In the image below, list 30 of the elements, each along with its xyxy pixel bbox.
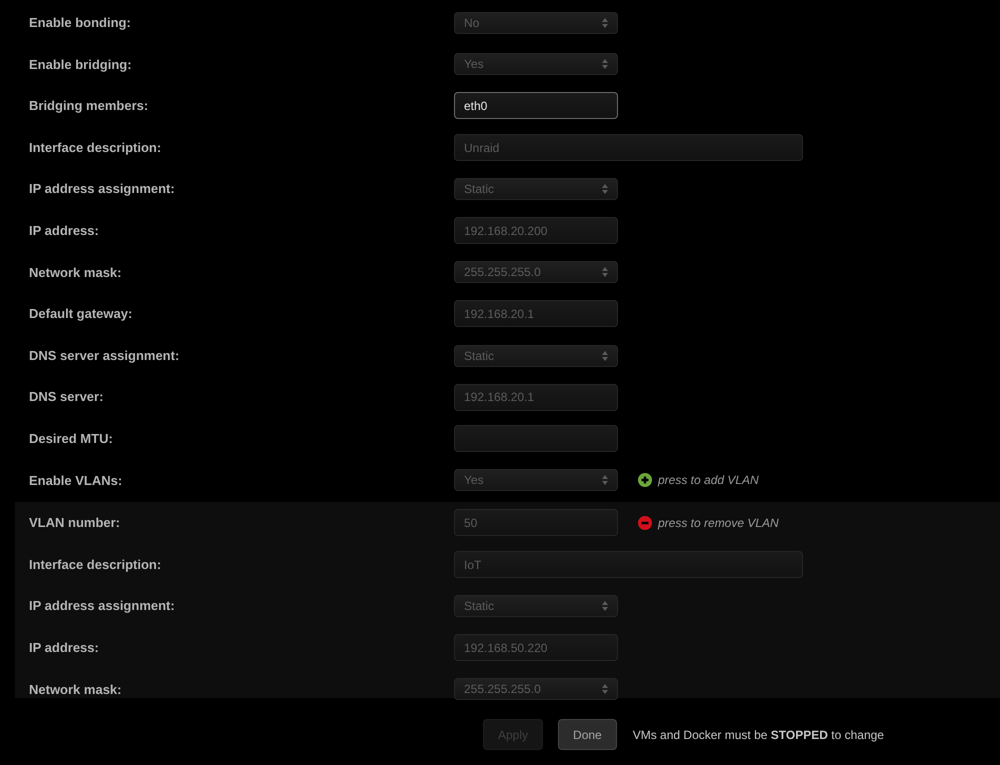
field-label: Enable bridging:	[28, 56, 133, 74]
sort-arrows-icon	[602, 184, 608, 194]
sort-arrows-icon	[602, 475, 608, 486]
field-label: IP address assignment:	[28, 597, 176, 616]
field-label: Network mask:	[28, 264, 122, 282]
action-button[interactable]: Done	[558, 719, 617, 750]
field-label: VLAN number:	[28, 514, 121, 532]
field-label: Enable VLANs:	[28, 472, 124, 490]
sort-arrows-icon	[602, 18, 608, 28]
sort-arrows-icon	[602, 267, 608, 278]
field-label: Interface description:	[28, 138, 162, 157]
field-label: IP address:	[28, 638, 100, 657]
sort-arrows-icon	[602, 350, 608, 361]
field-label: Default gateway:	[28, 305, 134, 324]
field-label: IP address:	[28, 222, 100, 240]
field-label: Enable bonding:	[28, 14, 132, 32]
minus-circle-icon[interactable]	[638, 516, 652, 530]
text-field[interactable]: eth0	[454, 92, 618, 120]
sort-arrows-icon	[602, 684, 608, 694]
field-label: Desired MTU:	[28, 430, 114, 448]
field-label: Network mask:	[28, 680, 122, 699]
field-label: IP address assignment:	[28, 180, 176, 198]
field-label: DNS server:	[28, 388, 104, 406]
plus-circle-icon[interactable]	[638, 473, 652, 488]
field-label: Interface description:	[28, 556, 162, 574]
sort-arrows-icon	[602, 601, 608, 612]
sort-arrows-icon	[602, 59, 608, 70]
field-label: DNS server assignment:	[28, 346, 180, 365]
field-label: Bridging members:	[28, 97, 150, 116]
status-note: VMs and Docker must be STOPPED to change	[632, 726, 884, 744]
